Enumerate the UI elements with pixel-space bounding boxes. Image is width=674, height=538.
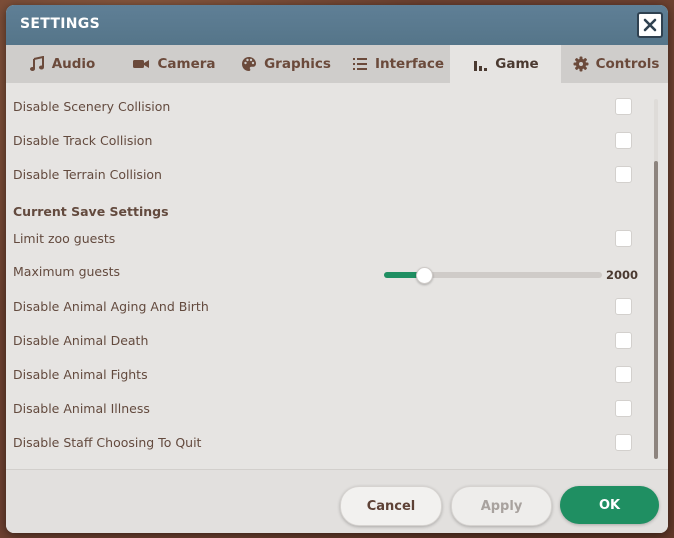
dialog-footer: Cancel Apply OK bbox=[6, 469, 668, 533]
setting-maximum-guests: Maximum guests bbox=[13, 254, 641, 288]
setting-disable-staff-quit: Disable Staff Choosing To Quit bbox=[13, 425, 641, 459]
setting-disable-animal-fights: Disable Animal Fights bbox=[13, 357, 641, 391]
setting-label: Disable Terrain Collision bbox=[13, 166, 162, 182]
apply-button[interactable]: Apply bbox=[451, 486, 552, 526]
settings-list: Disable Scenery Collision Disable Track … bbox=[6, 89, 668, 463]
checkbox-disable-track-collision[interactable] bbox=[615, 132, 632, 149]
settings-dialog: SETTINGS Audio Camera Graphics Interface… bbox=[6, 5, 668, 533]
cancel-button[interactable]: Cancel bbox=[340, 486, 442, 526]
maximum-guests-value: 2000 bbox=[606, 268, 639, 282]
tab-controls[interactable]: Controls bbox=[564, 45, 668, 83]
setting-label: Limit zoo guests bbox=[13, 230, 116, 246]
setting-disable-track-collision: Disable Track Collision bbox=[13, 123, 641, 157]
scrollbar-thumb[interactable] bbox=[654, 161, 658, 459]
setting-label: Disable Animal Fights bbox=[13, 366, 148, 382]
tab-label: Graphics bbox=[264, 56, 331, 72]
list-icon bbox=[352, 58, 367, 70]
checkbox-disable-animal-illness[interactable] bbox=[615, 400, 632, 417]
setting-label: Disable Scenery Collision bbox=[13, 98, 171, 114]
tab-camera[interactable]: Camera bbox=[118, 45, 230, 83]
setting-disable-animal-death: Disable Animal Death bbox=[13, 323, 641, 357]
bar-chart-icon bbox=[474, 61, 488, 71]
tab-interface[interactable]: Interface bbox=[342, 45, 454, 83]
setting-label: Disable Track Collision bbox=[13, 132, 153, 148]
setting-limit-zoo-guests: Limit zoo guests bbox=[13, 221, 641, 255]
setting-label: Maximum guests bbox=[13, 263, 121, 279]
close-button[interactable] bbox=[637, 12, 663, 38]
video-camera-icon bbox=[133, 60, 150, 68]
setting-disable-animal-aging: Disable Animal Aging And Birth bbox=[13, 289, 641, 323]
tab-label: Controls bbox=[595, 56, 660, 72]
close-icon bbox=[643, 18, 657, 32]
palette-icon bbox=[242, 57, 257, 71]
tab-graphics[interactable]: Graphics bbox=[230, 45, 342, 83]
section-header-current-save: Current Save Settings bbox=[13, 203, 169, 219]
dialog-title: SETTINGS bbox=[20, 16, 100, 32]
dialog-titlebar: SETTINGS bbox=[6, 5, 668, 45]
tab-label: Audio bbox=[51, 56, 96, 72]
tab-label: Interface bbox=[374, 56, 445, 72]
settings-tabs: Audio Camera Graphics Interface Game Con… bbox=[6, 45, 668, 83]
ok-button[interactable]: OK bbox=[560, 486, 659, 524]
setting-label: Disable Animal Death bbox=[13, 332, 149, 348]
setting-label: Disable Animal Illness bbox=[13, 400, 150, 416]
tab-label: Camera bbox=[157, 56, 216, 72]
tab-audio[interactable]: Audio bbox=[6, 45, 118, 83]
gear-icon bbox=[573, 56, 589, 72]
setting-disable-terrain-collision: Disable Terrain Collision bbox=[13, 157, 641, 191]
tab-game[interactable]: Game bbox=[450, 45, 561, 83]
checkbox-disable-animal-death[interactable] bbox=[615, 332, 632, 349]
setting-disable-scenery-collision: Disable Scenery Collision bbox=[13, 89, 641, 123]
checkbox-disable-animal-fights[interactable] bbox=[615, 366, 632, 383]
music-note-icon bbox=[29, 56, 44, 71]
tab-label: Game bbox=[495, 56, 539, 72]
checkbox-disable-animal-aging[interactable] bbox=[615, 298, 632, 315]
maximum-guests-slider[interactable] bbox=[384, 267, 602, 284]
settings-scrollbar[interactable] bbox=[654, 99, 658, 459]
setting-label: Disable Staff Choosing To Quit bbox=[13, 434, 202, 450]
setting-label: Disable Animal Aging And Birth bbox=[13, 298, 209, 314]
checkbox-disable-terrain-collision[interactable] bbox=[615, 166, 632, 183]
checkbox-disable-scenery-collision[interactable] bbox=[615, 98, 632, 115]
setting-disable-animal-illness: Disable Animal Illness bbox=[13, 391, 641, 425]
checkbox-disable-staff-quit[interactable] bbox=[615, 434, 632, 451]
checkbox-limit-zoo-guests[interactable] bbox=[615, 230, 632, 247]
